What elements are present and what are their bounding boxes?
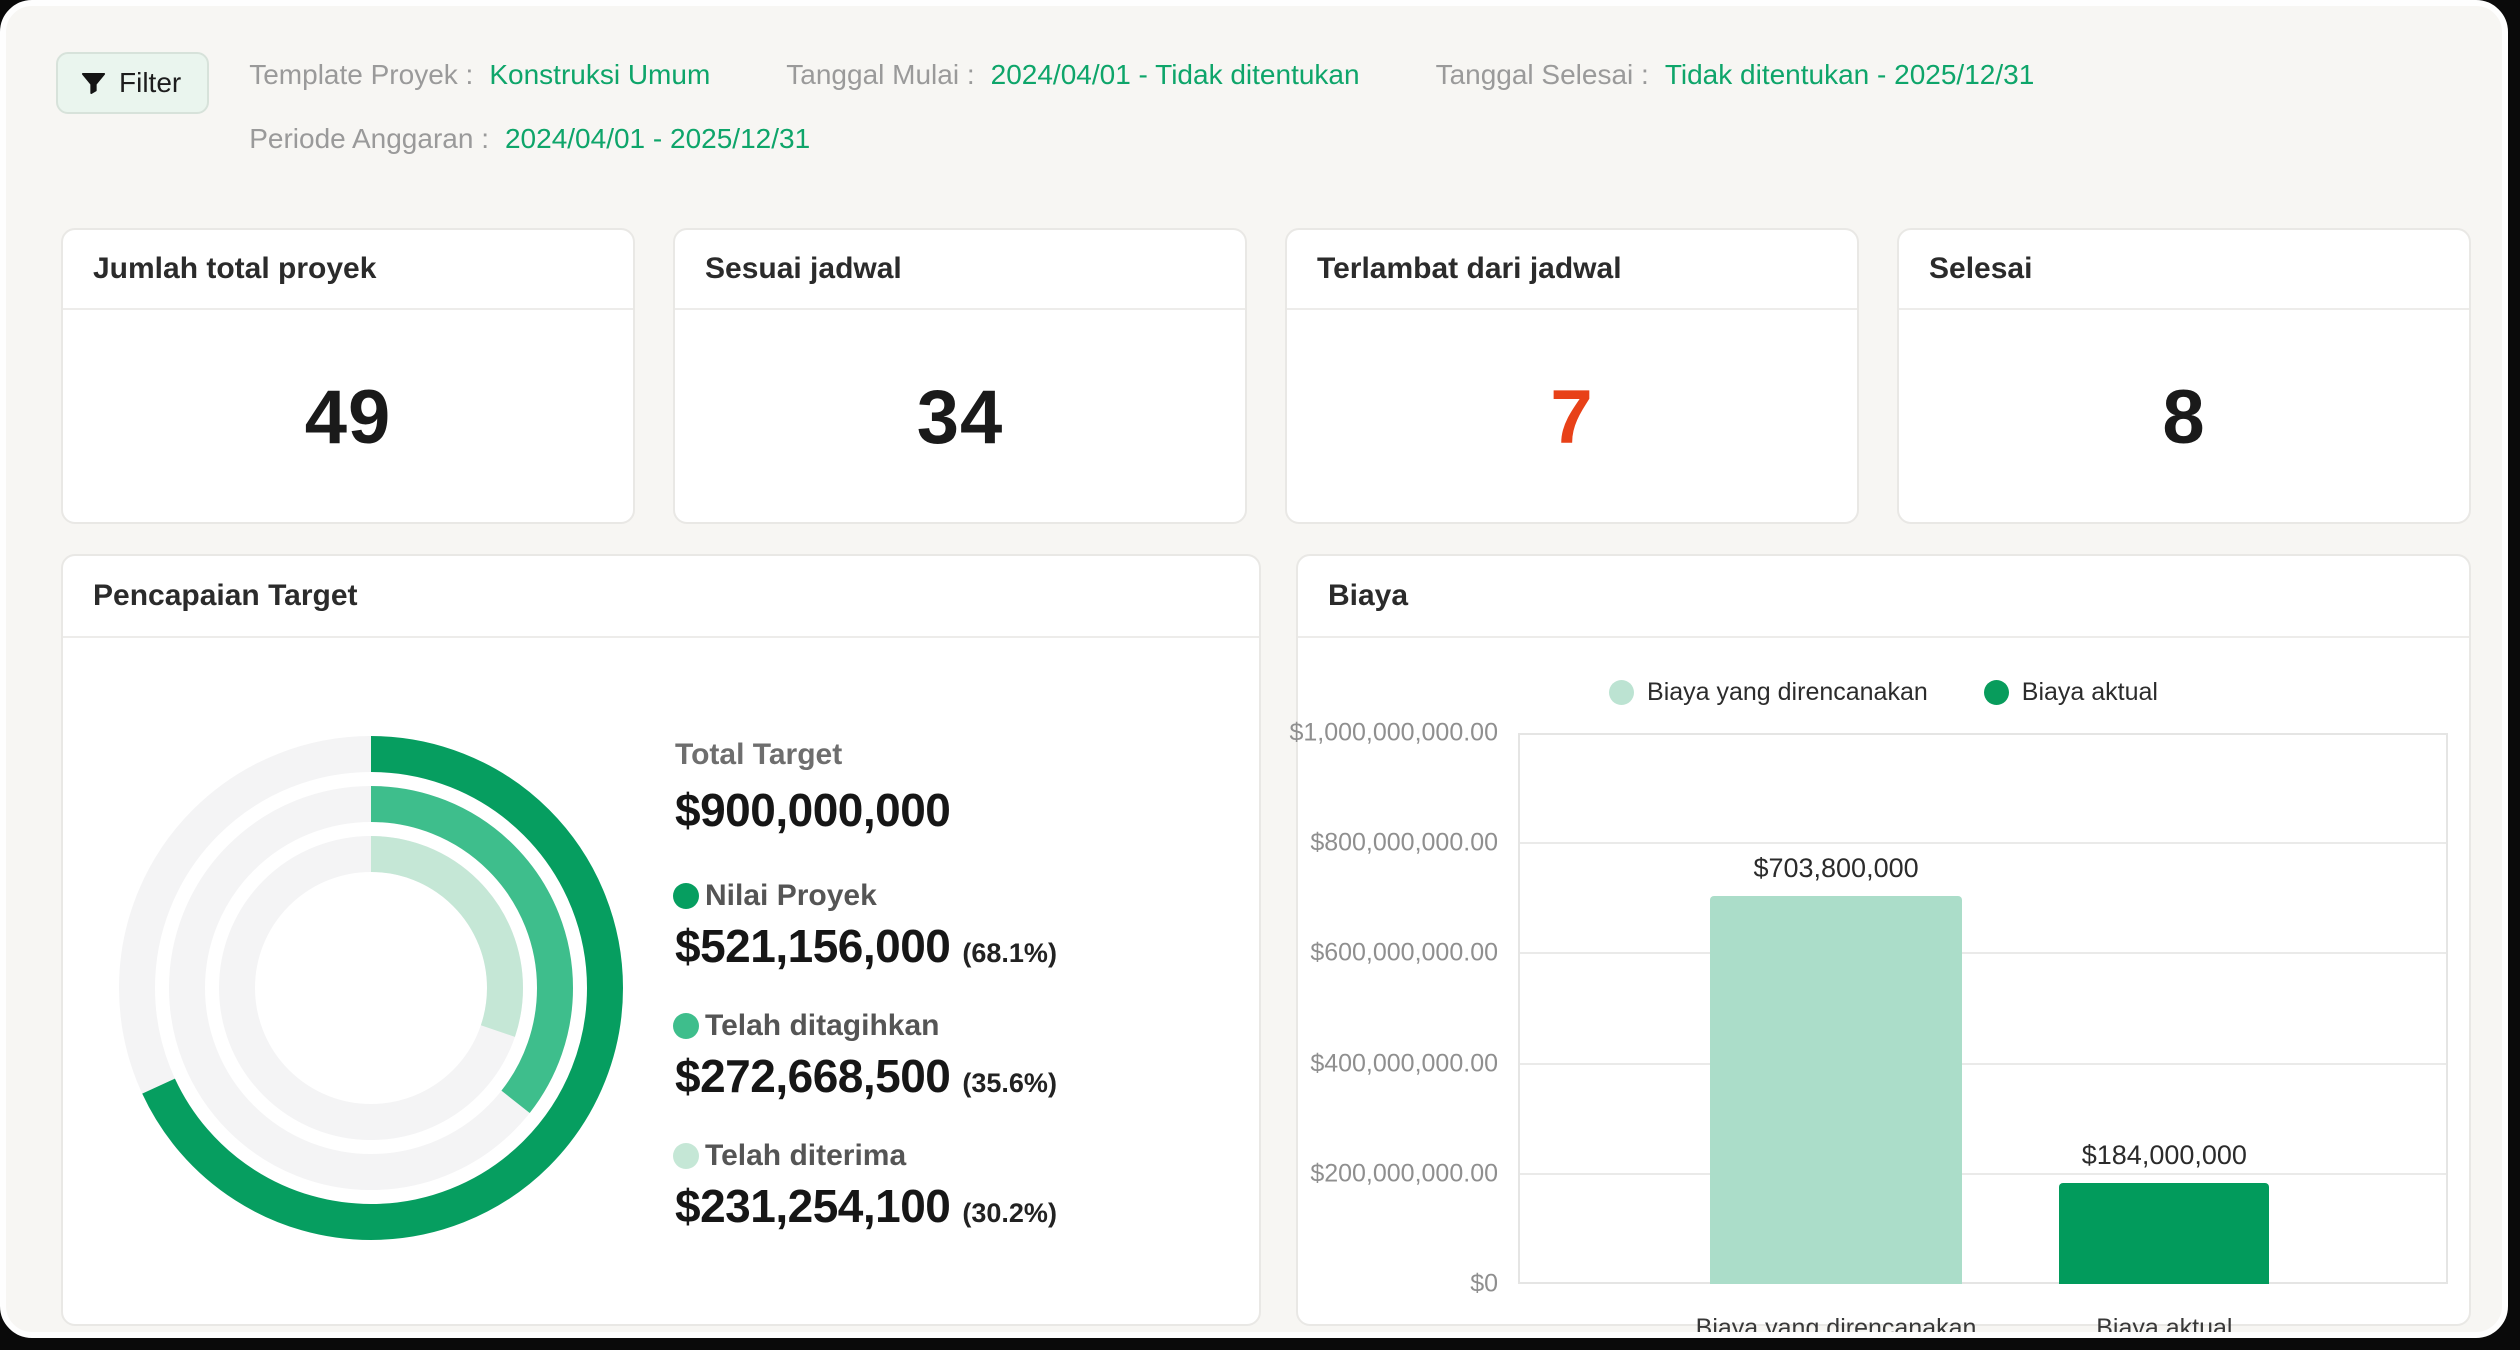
stat-card-value: 8	[2162, 374, 2205, 461]
target-item-percent: (30.2%)	[962, 1198, 1057, 1229]
telah-diterima-dot-icon	[673, 1143, 699, 1169]
bar-value-label: $703,800,000	[1753, 853, 1918, 884]
target-item-nilai-proyek: Nilai Proyek $521,156,000 (68.1%)	[675, 879, 1057, 973]
y-axis-tick-label: $200,000,000.00	[1310, 1159, 1498, 1188]
stat-card-title: Selesai	[1929, 252, 2032, 286]
bar-biaya-yang-direncanakan[interactable]	[1710, 896, 1962, 1284]
stat-card-total-proyek: Jumlah total proyek 49	[61, 228, 635, 524]
stat-card-terlambat: Terlambat dari jadwal 7	[1285, 228, 1859, 524]
filter-button[interactable]: Filter	[56, 52, 209, 114]
target-donut-chart[interactable]	[111, 728, 631, 1248]
target-item-telah-diterima: Telah diterima $231,254,100 (30.2%)	[675, 1139, 1057, 1233]
dashboard-window: Filter Template Proyek : Konstruksi Umum…	[0, 0, 2508, 1338]
target-item-label: Telah ditagihkan	[705, 1009, 939, 1043]
target-item-amount: $272,668,500	[675, 1049, 950, 1103]
filter-row-1: Template Proyek : Konstruksi Umum Tangga…	[249, 55, 2110, 95]
nilai-proyek-dot-icon	[673, 883, 699, 909]
y-axis-tick-label: $0	[1470, 1270, 1498, 1299]
screenshot-stage: Filter Template Proyek : Konstruksi Umum…	[0, 0, 2520, 1350]
stat-card-title: Jumlah total proyek	[93, 252, 376, 286]
filter-bar: Filter Template Proyek : Konstruksi Umum…	[56, 52, 2110, 183]
bar-biaya-aktual[interactable]	[2059, 1183, 2269, 1284]
stat-card-value: 49	[305, 374, 392, 461]
target-item-amount: $231,254,100	[675, 1179, 950, 1233]
target-item-label: Telah diterima	[705, 1139, 906, 1173]
target-panel: Pencapaian Target Total Target $900,000,…	[61, 554, 1261, 1326]
bar-value-label: $184,000,000	[2082, 1140, 2247, 1171]
stat-card-selesai: Selesai 8	[1897, 228, 2471, 524]
target-item-amount: $521,156,000	[675, 919, 950, 973]
filter-template-proyek: Template Proyek : Konstruksi Umum	[249, 59, 710, 91]
filter-field-label: Tanggal Mulai :	[786, 59, 974, 91]
filter-tanggal-mulai: Tanggal Mulai : 2024/04/01 - Tidak diten…	[786, 59, 1359, 91]
target-item-telah-ditagihkan: Telah ditagihkan $272,668,500 (35.6%)	[675, 1009, 1057, 1103]
filter-field-value[interactable]: 2024/04/01 - Tidak ditentukan	[991, 59, 1360, 91]
filter-tanggal-selesai: Tanggal Selesai : Tidak ditentukan - 202…	[1436, 59, 2035, 91]
x-axis-category-label: Biaya yang direncanakan	[1696, 1314, 1977, 1338]
cost-panel: Biaya Biaya yang direncanakan Biaya aktu…	[1296, 554, 2471, 1326]
filter-periode-anggaran: Periode Anggaran : 2024/04/01 - 2025/12/…	[249, 123, 810, 155]
plot-area	[1518, 733, 2448, 1284]
total-target-value: $900,000,000	[675, 783, 1057, 837]
target-stats: Total Target $900,000,000 Nilai Proyek $…	[675, 738, 1057, 1269]
filter-button-label: Filter	[119, 67, 181, 99]
total-target-label: Total Target	[675, 738, 1057, 773]
stat-card-title: Sesuai jadwal	[705, 252, 902, 286]
filter-field-value[interactable]: 2024/04/01 - 2025/12/31	[505, 123, 810, 155]
stat-card-row: Jumlah total proyek 49 Sesuai jadwal 34 …	[61, 228, 2471, 524]
y-axis-tick-label: $400,000,000.00	[1310, 1049, 1498, 1078]
telah-ditagihkan-dot-icon	[673, 1013, 699, 1039]
filter-funnel-icon	[80, 70, 107, 97]
target-panel-title: Pencapaian Target	[93, 579, 358, 613]
filter-row-2: Periode Anggaran : 2024/04/01 - 2025/12/…	[249, 119, 2110, 159]
stat-card-sesuai-jadwal: Sesuai jadwal 34	[673, 228, 1247, 524]
cost-panel-title: Biaya	[1328, 579, 1408, 613]
filter-field-value[interactable]: Konstruksi Umum	[489, 59, 710, 91]
filter-summary: Template Proyek : Konstruksi Umum Tangga…	[249, 52, 2110, 183]
y-axis-tick-label: $1,000,000,000.00	[1289, 719, 1498, 748]
filter-field-label: Periode Anggaran :	[249, 123, 489, 155]
cost-bar-chart: $1,000,000,000.00$800,000,000.00$600,000…	[1298, 638, 2469, 1326]
target-item-percent: (68.1%)	[962, 938, 1057, 969]
filter-field-label: Template Proyek :	[249, 59, 473, 91]
target-item-percent: (35.6%)	[962, 1068, 1057, 1099]
x-axis-category-label: Biaya aktual	[2096, 1314, 2232, 1338]
y-axis-tick-label: $800,000,000.00	[1310, 829, 1498, 858]
filter-field-label: Tanggal Selesai :	[1436, 59, 1649, 91]
stat-card-value: 7	[1550, 374, 1593, 461]
y-axis-tick-label: $600,000,000.00	[1310, 939, 1498, 968]
target-item-label: Nilai Proyek	[705, 879, 877, 913]
filter-field-value[interactable]: Tidak ditentukan - 2025/12/31	[1665, 59, 2034, 91]
stat-card-value: 34	[917, 374, 1004, 461]
stat-card-title: Terlambat dari jadwal	[1317, 252, 1622, 286]
